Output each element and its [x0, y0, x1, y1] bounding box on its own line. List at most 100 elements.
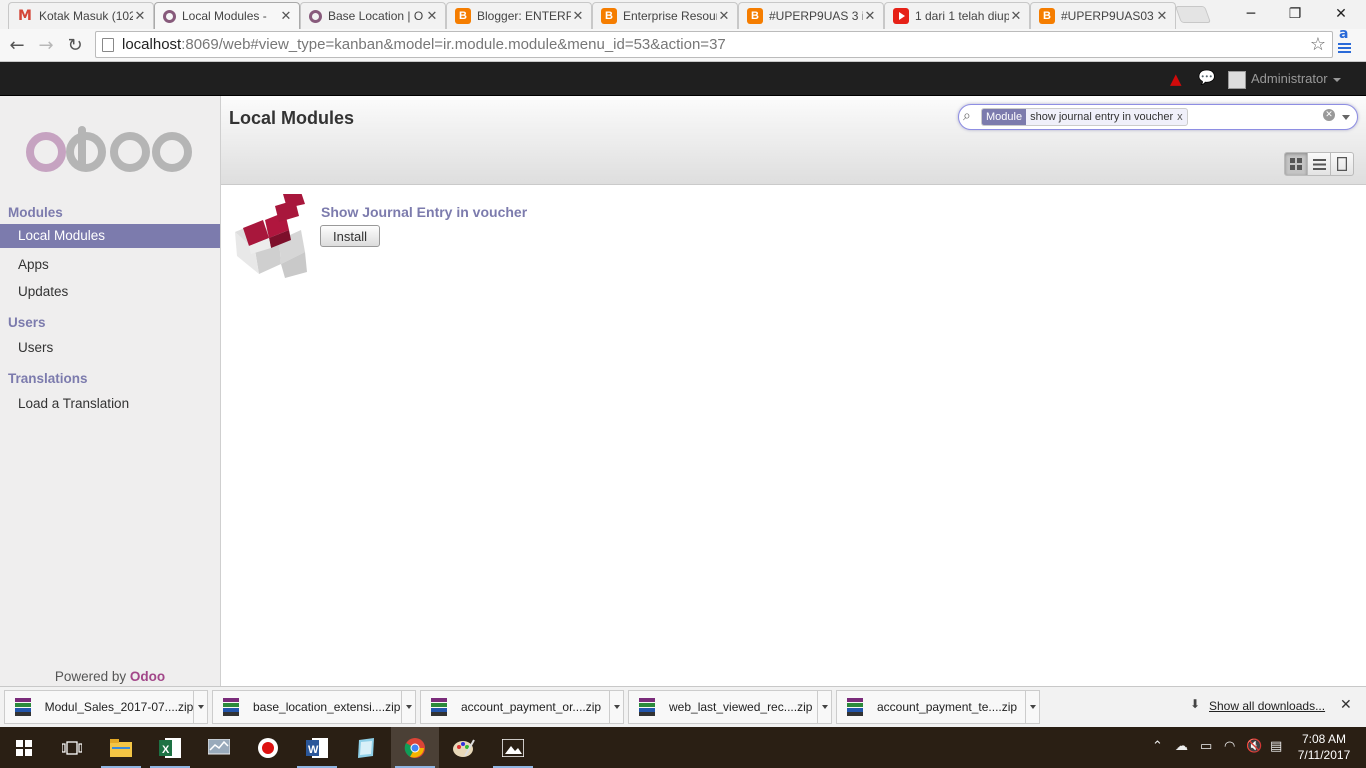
module-card[interactable]: Show Journal Entry in voucher Install: [229, 194, 729, 284]
close-icon[interactable]: ✕: [1009, 8, 1023, 24]
odoo-logo[interactable]: [26, 126, 196, 176]
clock-date: 7/11/2017: [1297, 748, 1351, 762]
download-item[interactable]: account_payment_or....zip: [420, 690, 624, 724]
odoo-link[interactable]: Odoo: [130, 669, 165, 684]
search-options-caret-icon[interactable]: [1342, 115, 1350, 120]
page-icon: [102, 37, 114, 52]
download-filename: account_payment_te....zip: [877, 700, 1018, 714]
tab-label: #UPERP9UAS 3 in: [769, 9, 863, 23]
task-view-icon[interactable]: [48, 727, 96, 768]
url-text: localhost:8069/web#view_type=kanban&mode…: [122, 36, 726, 53]
warning-icon[interactable]: ▲: [1170, 70, 1182, 88]
download-filename: Modul_Sales_2017-07....zip: [44, 700, 194, 714]
close-icon[interactable]: ✕: [1340, 697, 1352, 713]
avatar[interactable]: [1228, 71, 1246, 89]
sidebar-item-local-modules[interactable]: Local Modules: [0, 224, 220, 248]
wifi-icon[interactable]: ◠: [1224, 739, 1235, 754]
system-clock[interactable]: 7:08 AM 7/11/2017: [1292, 731, 1356, 763]
odoo-topbar: ▲ 💬 Administrator: [0, 62, 1366, 96]
form-view-button[interactable]: [1330, 152, 1354, 176]
browser-tabstrip: M Kotak Masuk (102 ✕ Local Modules - ✕ B…: [0, 0, 1366, 29]
bookmark-star-icon[interactable]: ☆: [1310, 34, 1326, 55]
notification-icon[interactable]: ▤: [1270, 739, 1282, 754]
facet-remove-button[interactable]: x: [1177, 109, 1187, 125]
chevron-up-icon[interactable]: ⌃: [1152, 739, 1163, 754]
winrar-archive-icon: [15, 698, 31, 716]
window-close-icon[interactable]: ✕: [1318, 0, 1364, 28]
volume-muted-icon[interactable]: 🔇: [1246, 739, 1262, 754]
minimize-icon[interactable]: ─: [1228, 0, 1274, 28]
page-title: Local Modules: [229, 108, 355, 128]
battery-icon[interactable]: ▭: [1200, 739, 1212, 754]
browser-tab[interactable]: B #UPERP9UAS 3 in ✕: [738, 2, 884, 29]
chevron-down-icon[interactable]: [193, 691, 207, 723]
chevron-down-icon[interactable]: [817, 691, 831, 723]
kanban-content: Show Journal Entry in voucher Install: [221, 186, 1366, 686]
download-item[interactable]: web_last_viewed_rec....zip: [628, 690, 832, 724]
paint-icon[interactable]: [440, 727, 488, 768]
blogger-icon: B: [747, 8, 763, 24]
chevron-down-icon[interactable]: [1025, 691, 1039, 723]
word-icon[interactable]: W: [293, 727, 341, 768]
browser-tab[interactable]: B Enterprise Resour ✕: [592, 2, 738, 29]
chevron-down-icon[interactable]: [401, 691, 415, 723]
restore-icon[interactable]: ❐: [1272, 0, 1318, 28]
browser-tab[interactable]: 1 dari 1 telah diup ✕: [884, 2, 1030, 29]
back-arrow-icon[interactable]: ←: [5, 33, 29, 57]
windows-start-icon[interactable]: [0, 727, 48, 768]
download-filename: account_payment_or....zip: [461, 700, 602, 714]
windows-taskbar: X W ⌃ ☁ ▭ ◠ 🔇 ▤ 7:08 AM 7/11/2017: [0, 727, 1366, 768]
system-monitor-icon[interactable]: [195, 727, 243, 768]
show-all-downloads-link[interactable]: Show all downloads...: [1209, 699, 1325, 713]
extension-icon[interactable]: a: [1334, 26, 1360, 59]
screen-recorder-icon[interactable]: [244, 727, 292, 768]
close-icon[interactable]: ✕: [571, 8, 585, 24]
browser-tab[interactable]: Base Location | O ✕: [300, 2, 446, 29]
address-bar[interactable]: localhost:8069/web#view_type=kanban&mode…: [95, 31, 1333, 58]
user-menu[interactable]: Administrator: [1251, 71, 1328, 86]
onedrive-cloud-icon[interactable]: ☁: [1175, 739, 1188, 754]
browser-tab[interactable]: B Blogger: ENTERPI ✕: [446, 2, 592, 29]
tab-label: #UPERP9UAS03 -: [1061, 9, 1155, 23]
search-input[interactable]: ⌕ Module show journal entry in voucher x…: [958, 104, 1358, 130]
chrome-icon[interactable]: [391, 727, 439, 768]
search-icon: ⌕: [963, 108, 971, 124]
close-icon[interactable]: ✕: [717, 8, 731, 24]
chevron-down-icon[interactable]: [609, 691, 623, 723]
new-tab-button[interactable]: [1174, 6, 1212, 23]
close-icon[interactable]: ✕: [133, 8, 147, 24]
forward-arrow-icon[interactable]: →: [34, 33, 58, 57]
sidebar-item-apps[interactable]: Apps: [0, 253, 220, 277]
download-shelf: Modul_Sales_2017-07....zip base_location…: [0, 686, 1366, 727]
sidebar-item-users[interactable]: Users: [0, 336, 220, 360]
caret-down-icon[interactable]: [1333, 78, 1341, 82]
file-explorer-icon[interactable]: [97, 727, 145, 768]
close-icon[interactable]: ✕: [425, 8, 439, 24]
svg-text:X: X: [162, 744, 170, 756]
tab-label: Local Modules -: [182, 9, 267, 23]
chat-icon[interactable]: 💬: [1198, 70, 1215, 86]
close-icon[interactable]: ✕: [863, 8, 877, 24]
sidebar-item-load-translation[interactable]: Load a Translation: [0, 392, 220, 416]
close-icon[interactable]: ✕: [279, 8, 293, 24]
sidebar-item-updates[interactable]: Updates: [0, 280, 220, 304]
browser-tab[interactable]: B #UPERP9UAS03 - ✕: [1030, 2, 1176, 29]
blogger-icon: B: [601, 8, 617, 24]
download-item[interactable]: base_location_extensi....zip: [212, 690, 416, 724]
download-item[interactable]: Modul_Sales_2017-07....zip: [4, 690, 208, 724]
search-facet: Module show journal entry in voucher x: [981, 108, 1188, 126]
kanban-view-button[interactable]: [1284, 152, 1308, 176]
photos-icon[interactable]: [489, 727, 537, 768]
list-view-button[interactable]: [1307, 152, 1331, 176]
browser-tab-active[interactable]: Local Modules - ✕: [154, 2, 300, 29]
facet-value: show journal entry in voucher: [1030, 111, 1174, 123]
module-name-link[interactable]: Show Journal Entry in voucher: [321, 204, 527, 220]
clear-search-icon[interactable]: ✕: [1323, 109, 1335, 121]
close-icon[interactable]: ✕: [1155, 8, 1169, 24]
reload-icon[interactable]: ↻: [63, 33, 87, 57]
install-button[interactable]: Install: [320, 225, 380, 247]
excel-icon[interactable]: X: [146, 727, 194, 768]
browser-tab[interactable]: M Kotak Masuk (102 ✕: [8, 2, 154, 29]
download-item[interactable]: account_payment_te....zip: [836, 690, 1040, 724]
notes-app-icon[interactable]: [342, 727, 390, 768]
